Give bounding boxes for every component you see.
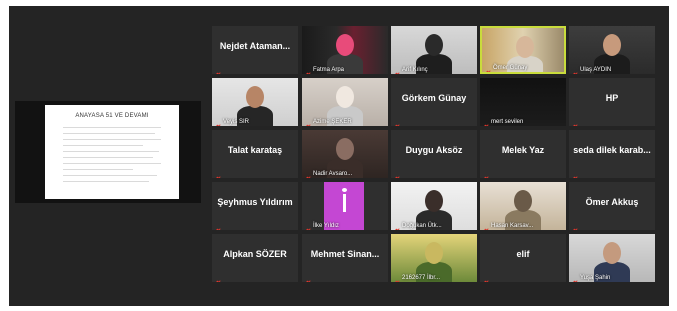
muted-microphone-icon (304, 222, 311, 230)
muted-microphone-icon (393, 274, 400, 282)
muted-microphone-icon (571, 170, 578, 178)
participant-tile[interactable]: Görkem Günay (391, 78, 477, 126)
muted-microphone-icon (484, 64, 491, 72)
participant-tile[interactable]: Ulaş AYDIN (569, 26, 655, 74)
muted-microphone-icon (482, 222, 489, 230)
participant-tile[interactable]: Ömer Akkuş (569, 182, 655, 230)
participant-name: 2162677 İlbr... (402, 275, 441, 281)
participant-name: Azime ŞEKER (313, 119, 352, 125)
participant-tile[interactable]: elif (480, 234, 566, 282)
muted-microphone-icon (482, 118, 489, 126)
muted-microphone-icon (571, 66, 578, 74)
participant-name: İlke Yıldız (313, 223, 339, 229)
document-text-line (63, 163, 161, 164)
document-text-line (63, 133, 155, 134)
participant-tile[interactable]: Ömer Günay (480, 26, 566, 74)
shared-document-title: ANAYASA 51 VE DEVAMI (75, 113, 149, 119)
muted-microphone-icon (304, 118, 311, 126)
muted-microphone-icon (571, 222, 578, 230)
muted-microphone-icon (214, 118, 221, 126)
shared-document: ANAYASA 51 VE DEVAMI (45, 105, 179, 199)
participant-name: Nejdet Ataman... (219, 41, 291, 51)
participant-name: Ömer Günay (493, 65, 528, 71)
muted-microphone-icon (304, 66, 311, 74)
participant-name: mert sevilen (491, 119, 524, 125)
participant-name: Fatma Arpa (313, 67, 345, 73)
participant-tile[interactable]: İlke Yıldız (302, 182, 388, 230)
zoom-meeting-window: ANAYASA 51 VE DEVAMI Nejdet Ataman... Fat… (9, 6, 669, 306)
participant-tile[interactable]: Duygu Aksöz (391, 130, 477, 178)
participant-name: Duygu Aksöz (405, 145, 463, 155)
participant-tile[interactable]: Melek Yaz (480, 130, 566, 178)
participant-tile[interactable]: mert sevilen (480, 78, 566, 126)
participant-tile[interactable]: Yuşa Şahin (569, 234, 655, 282)
participant-tile[interactable]: Doğukan Ütk... (391, 182, 477, 230)
participant-tile[interactable]: Arif Kılınç (391, 26, 477, 74)
participant-name: Mehmet Sinan... (310, 249, 380, 259)
participant-tile[interactable]: Veyis SIR (212, 78, 298, 126)
participant-tile[interactable]: 2162677 İlbr... (391, 234, 477, 282)
participant-tile[interactable]: Mehmet Sinan... (302, 234, 388, 282)
participant-tile[interactable]: Nejdet Ataman... (212, 26, 298, 74)
muted-microphone-icon (214, 170, 221, 178)
muted-microphone-icon (393, 170, 400, 178)
participant-tile[interactable]: Fatma Arpa (302, 26, 388, 74)
participant-name: Nadir Avsaro... (313, 171, 353, 177)
participant-tile[interactable]: Alpkan SÖZER (212, 234, 298, 282)
document-text-line (63, 151, 159, 152)
muted-microphone-icon (214, 222, 221, 230)
muted-microphone-icon (304, 170, 311, 178)
muted-microphone-icon (393, 222, 400, 230)
document-text-line (63, 175, 157, 176)
participant-tile[interactable]: HP (569, 78, 655, 126)
participant-name: Talat karataş (227, 145, 283, 155)
participant-name: seda dilek karab... (573, 145, 651, 155)
participant-name: Ulaş AYDIN (580, 67, 612, 73)
participant-name: Doğukan Ütk... (402, 223, 442, 229)
participant-name: Veyis SIR (223, 119, 250, 125)
muted-microphone-icon (393, 118, 400, 126)
participant-name: elif (516, 249, 530, 259)
participant-name: HP (605, 93, 619, 103)
participant-name: Arif Kılınç (402, 67, 428, 73)
document-text-line (63, 181, 149, 182)
participant-name: Alpkan SÖZER (223, 249, 287, 259)
participant-name: Yuşa Şahin (580, 275, 611, 281)
participant-tile[interactable]: Hasan Karsav... (480, 182, 566, 230)
participant-name: Hasan Karsav... (491, 223, 534, 229)
muted-microphone-icon (393, 66, 400, 74)
muted-microphone-icon (214, 274, 221, 282)
muted-microphone-icon (482, 170, 489, 178)
shared-screen-panel[interactable]: ANAYASA 51 VE DEVAMI (15, 101, 201, 203)
participant-name: Görkem Günay (401, 93, 467, 103)
muted-microphone-icon (571, 118, 578, 126)
muted-microphone-icon (482, 274, 489, 282)
participant-tile[interactable]: Azime ŞEKER (302, 78, 388, 126)
participant-tile[interactable]: Şeyhmus Yıldırım (212, 182, 298, 230)
document-text-line (63, 169, 133, 170)
muted-microphone-icon (214, 66, 221, 74)
participant-name: Şeyhmus Yıldırım (217, 197, 293, 207)
document-text-line (63, 139, 161, 140)
muted-microphone-icon (571, 274, 578, 282)
participant-tile[interactable]: Talat karataş (212, 130, 298, 178)
muted-microphone-icon (304, 274, 311, 282)
document-text-line (63, 157, 153, 158)
participant-name: Melek Yaz (501, 145, 545, 155)
document-text-line (63, 145, 143, 146)
participant-name: Ömer Akkuş (585, 197, 639, 207)
participant-tile[interactable]: seda dilek karab... (569, 130, 655, 178)
participant-tile[interactable]: Nadir Avsaro... (302, 130, 388, 178)
document-text-line (63, 127, 161, 128)
